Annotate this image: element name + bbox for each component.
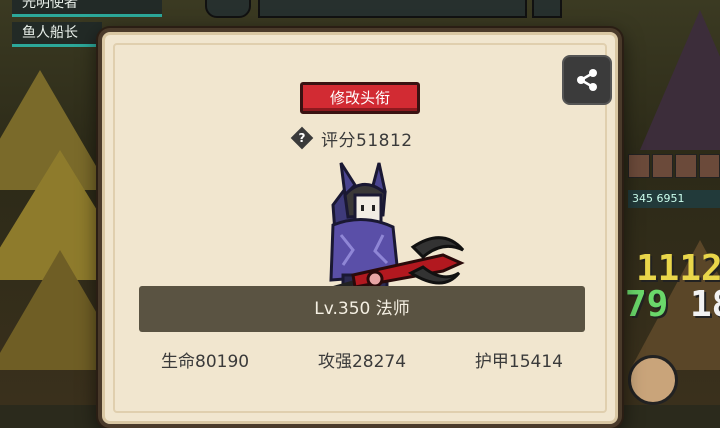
background-skill-icons: [628, 154, 720, 178]
background-hud-slot: [532, 0, 562, 18]
background-damage-number: 1112: [636, 248, 720, 289]
share-button[interactable]: [562, 55, 612, 105]
character-info-dialog: 修改头衔 ? 评分51812 Lv.350 法师 生命80190 攻强28274…: [98, 28, 622, 428]
background-damage-number: 79: [625, 284, 669, 325]
rating-row: ? 评分51812: [290, 123, 413, 153]
stat-armor: 护甲15414: [474, 352, 563, 372]
background-player-name: 鱼人船长: [12, 22, 102, 47]
stat-hp: 生命80190: [161, 352, 250, 372]
level-class-bar: Lv.350 法师: [139, 286, 585, 332]
background-character: [628, 355, 678, 405]
edit-title-button[interactable]: 修改头衔: [300, 82, 420, 114]
help-icon[interactable]: ?: [290, 126, 314, 150]
background-hud-bar: [258, 0, 527, 18]
background-damage-number: 18: [690, 284, 720, 325]
rating-label: 评分51812: [321, 130, 413, 151]
help-glyph: ?: [298, 131, 306, 145]
tree-decoration: [640, 10, 720, 150]
hero-character-image: [302, 162, 465, 300]
background-hp-bar: 345 6951: [628, 190, 720, 208]
stat-attack: 攻强28274: [317, 352, 407, 372]
background-player-name: 光明使者: [12, 0, 162, 17]
dialog-panel: 修改头衔 ? 评分51812 Lv.350 法师 生命80190 攻强28274…: [102, 32, 618, 424]
stats-row: 生命80190 攻强28274 护甲15414: [139, 347, 585, 372]
background-hud-slot: [205, 0, 251, 18]
share-icon: [577, 69, 597, 91]
